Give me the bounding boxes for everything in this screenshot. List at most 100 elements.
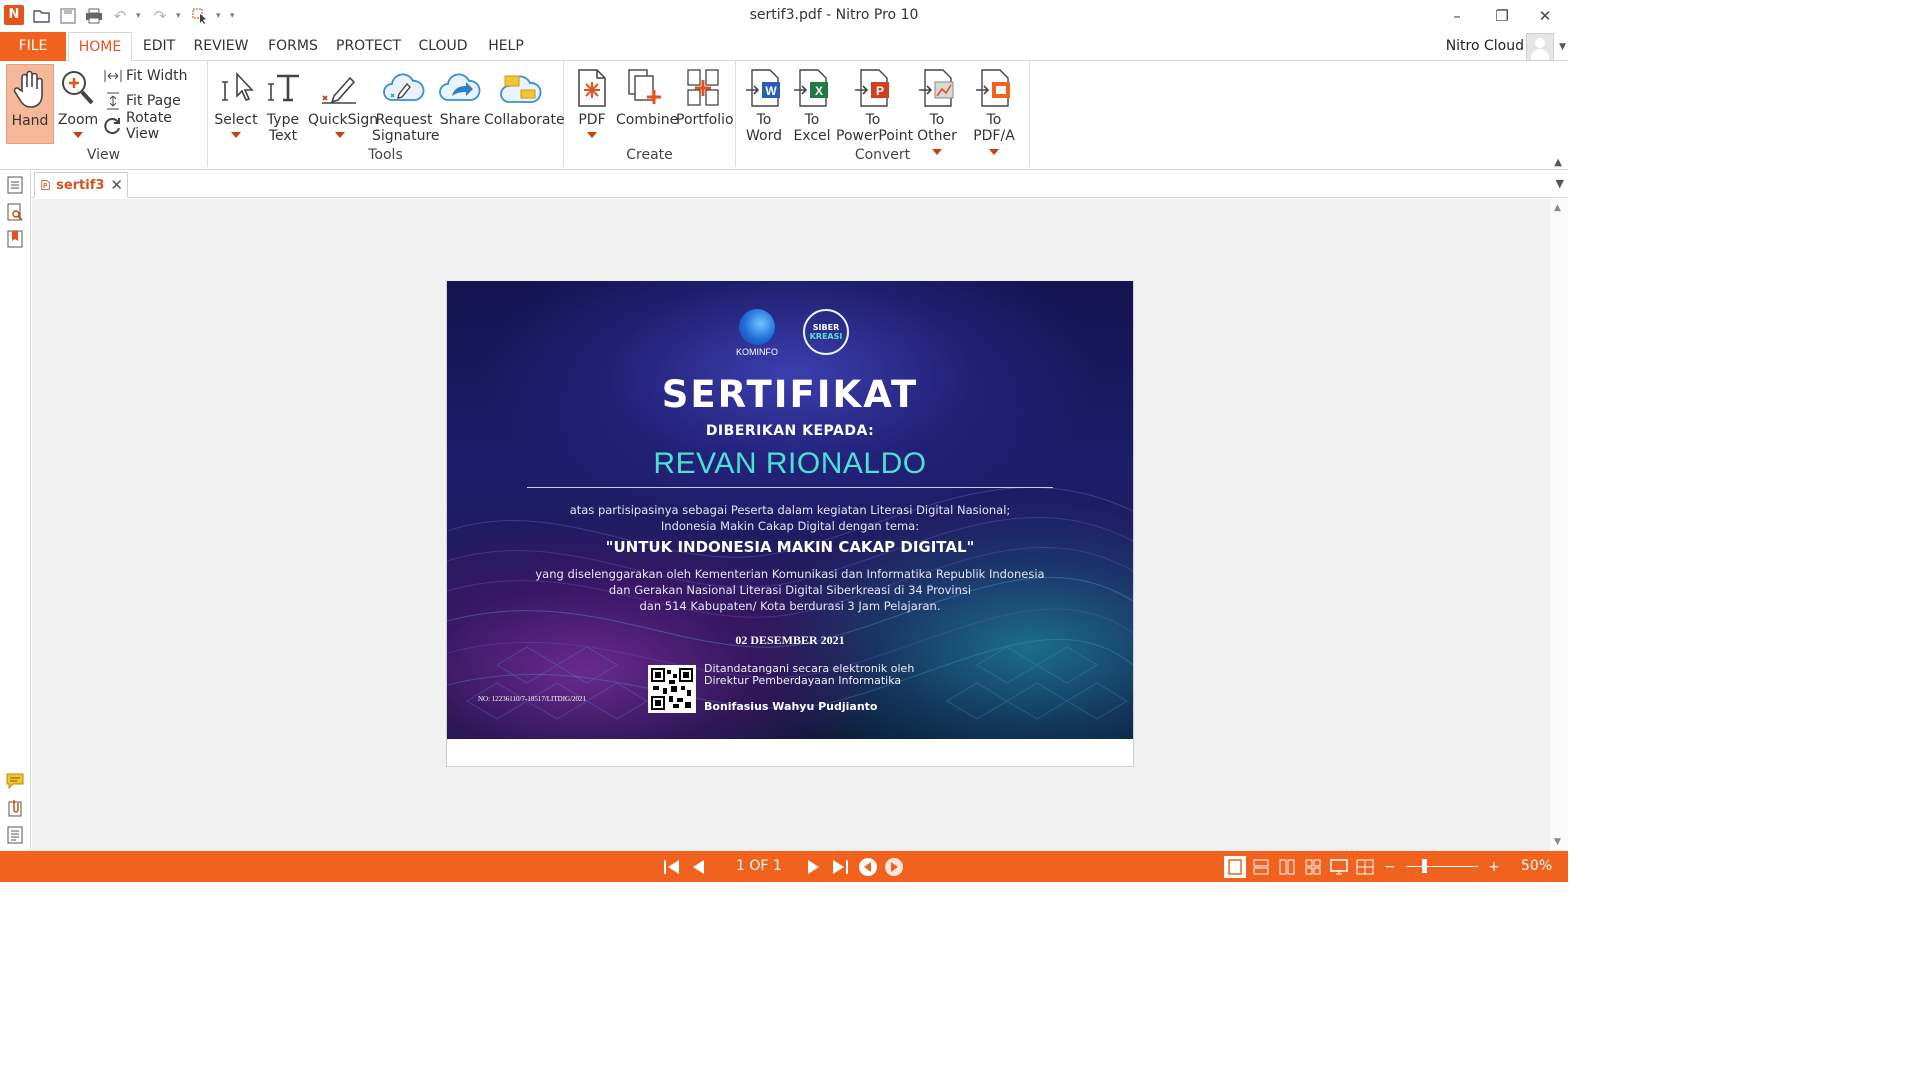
to-other-button[interactable]: To Other xyxy=(910,64,964,160)
comments-panel-icon[interactable] xyxy=(6,772,24,790)
facing-view-icon[interactable] xyxy=(1276,856,1298,878)
single-page-view-icon[interactable] xyxy=(1224,856,1246,878)
siber-logo-line1: SIBER xyxy=(812,323,840,332)
restore-icon[interactable]: ❐ xyxy=(1487,4,1517,28)
hand-button[interactable]: Hand xyxy=(6,64,54,144)
zoom-out-button[interactable]: − xyxy=(1380,857,1400,877)
quicksign-pen-icon xyxy=(308,64,372,112)
minimize-icon[interactable]: – xyxy=(1442,4,1472,28)
rotate-view-label: Rotate View xyxy=(126,110,172,142)
tab-forms[interactable]: FORMS xyxy=(266,32,320,61)
select-dropdown-icon[interactable]: ▾ xyxy=(216,11,224,21)
to-pdfa-button[interactable]: To PDF/A xyxy=(966,64,1022,160)
tab-sertif3[interactable]: sertif3 ✕ xyxy=(34,172,128,198)
combine-button[interactable]: Combine xyxy=(616,64,678,128)
zoom-level[interactable]: 50% xyxy=(1521,858,1552,874)
tab-home[interactable]: HOME xyxy=(68,32,132,62)
zoom-button[interactable]: Zoom xyxy=(56,64,100,138)
create-pdf-button[interactable]: PDF xyxy=(572,64,612,138)
tab-protect[interactable]: PROTECT xyxy=(336,32,401,61)
select-tool-icon[interactable] xyxy=(190,6,210,26)
zoom-dropdown-icon[interactable] xyxy=(73,132,83,138)
save-icon[interactable] xyxy=(58,6,78,26)
fit-width-button[interactable]: Fit Width xyxy=(104,65,188,87)
undo-dropdown-icon[interactable]: ▾ xyxy=(136,11,144,21)
kominfo-logo-text: KOMINFO xyxy=(736,347,778,357)
type-text-button[interactable]: Type Text xyxy=(262,64,304,144)
scroll-down-icon[interactable]: ▼ xyxy=(1554,837,1561,847)
continuous-view-icon[interactable] xyxy=(1250,856,1272,878)
tab-edit[interactable]: EDIT xyxy=(140,32,178,61)
account-dropdown-icon[interactable]: ▼ xyxy=(1559,42,1566,52)
zoom-slider-thumb[interactable] xyxy=(1422,859,1427,873)
collaborate-label: Collaborate xyxy=(484,112,565,128)
split-view-icon[interactable] xyxy=(1354,856,1376,878)
search-panel-icon[interactable] xyxy=(6,203,24,221)
collaborate-button[interactable]: Collaborate xyxy=(484,64,565,128)
fit-width-icon xyxy=(104,67,122,85)
account-name[interactable]: Nitro Cloud xyxy=(1446,38,1524,54)
collapse-ribbon-icon[interactable]: ▲ xyxy=(1554,157,1562,168)
create-pdf-dropdown-icon[interactable] xyxy=(587,132,597,138)
redo-icon[interactable]: ↷ xyxy=(150,6,170,26)
attachments-panel-icon[interactable] xyxy=(6,799,24,817)
fit-page-button[interactable]: Fit Page xyxy=(104,90,181,112)
pages-panel-icon[interactable] xyxy=(6,176,24,194)
fit-page-icon xyxy=(104,92,122,110)
certificate-number: NO: 12236110/7-18517/LITDIG/2021 xyxy=(478,695,587,703)
page-indicator[interactable]: 1 OF 1 xyxy=(736,858,782,874)
full-screen-icon[interactable] xyxy=(1328,856,1350,878)
nitro-logo-icon[interactable]: N xyxy=(4,5,24,25)
create-group-label: Create xyxy=(626,147,673,163)
to-word-button[interactable]: W To Word xyxy=(742,64,786,144)
user-avatar[interactable] xyxy=(1526,33,1554,61)
print-icon[interactable] xyxy=(84,6,104,26)
portfolio-button[interactable]: Portfolio xyxy=(676,64,734,128)
status-bar: 1 OF 1 − + 50% xyxy=(0,851,1568,882)
document-tabs: sertif3 ✕ ▼ xyxy=(31,171,1568,198)
quicksign-dropdown-icon[interactable] xyxy=(335,132,345,138)
tab-file[interactable]: FILE xyxy=(0,32,66,61)
scroll-up-icon[interactable]: ▲ xyxy=(1554,203,1561,213)
first-page-icon[interactable] xyxy=(662,857,682,877)
bookmarks-panel-icon[interactable] xyxy=(6,230,24,248)
previous-page-icon[interactable] xyxy=(688,857,708,877)
theme-text: "UNTUK INDONESIA MAKIN CAKAP DIGITAL" xyxy=(605,538,975,556)
output-panel-icon[interactable] xyxy=(6,826,24,844)
quicksign-button[interactable]: QuickSign xyxy=(308,64,378,138)
other-format-icon xyxy=(910,64,964,112)
next-view-icon[interactable] xyxy=(884,857,904,877)
open-folder-icon[interactable] xyxy=(32,6,52,26)
undo-icon[interactable]: ↶ xyxy=(110,6,130,26)
rotate-view-button[interactable]: Rotate View xyxy=(104,110,207,142)
tab-list-dropdown-icon[interactable]: ▼ xyxy=(1556,177,1564,190)
last-page-icon[interactable] xyxy=(830,857,850,877)
vertical-scrollbar[interactable]: ▲ ▼ xyxy=(1550,199,1568,851)
tab-review[interactable]: REVIEW xyxy=(192,32,250,61)
signer-name: Bonifasius Wahyu Pudjianto xyxy=(704,700,878,713)
select-button[interactable]: Select xyxy=(212,64,260,138)
redo-dropdown-icon[interactable]: ▾ xyxy=(176,11,184,21)
create-pdf-label: PDF xyxy=(578,112,606,128)
close-window-icon[interactable]: ✕ xyxy=(1530,4,1560,28)
tools-group: Select Type Text QuickSign Request Signa… xyxy=(208,61,565,167)
zoom-slider-track[interactable] xyxy=(1406,866,1478,867)
word-icon: W xyxy=(742,64,786,112)
select-dropdown-icon[interactable] xyxy=(231,132,241,138)
to-other-label-1: To xyxy=(929,112,945,128)
hand-label: Hand xyxy=(11,113,49,129)
share-button[interactable]: Share xyxy=(438,64,482,128)
customize-toolbar-icon[interactable]: ▾ xyxy=(230,11,238,21)
close-tab-icon[interactable]: ✕ xyxy=(110,176,123,194)
tab-help[interactable]: HELP xyxy=(486,32,526,61)
continuous-facing-view-icon[interactable] xyxy=(1302,856,1324,878)
zoom-in-button[interactable]: + xyxy=(1484,857,1504,877)
recipient-name: REVAN RIONALDO xyxy=(653,447,927,480)
to-excel-button[interactable]: X To Excel xyxy=(790,64,834,144)
request-signature-button[interactable]: Request Signature xyxy=(372,64,440,144)
previous-view-icon[interactable] xyxy=(858,857,878,877)
next-page-icon[interactable] xyxy=(804,857,824,877)
left-panel-strip xyxy=(0,171,31,851)
to-powerpoint-button[interactable]: P To PowerPoint xyxy=(836,64,913,144)
tab-cloud[interactable]: CLOUD xyxy=(416,32,470,61)
